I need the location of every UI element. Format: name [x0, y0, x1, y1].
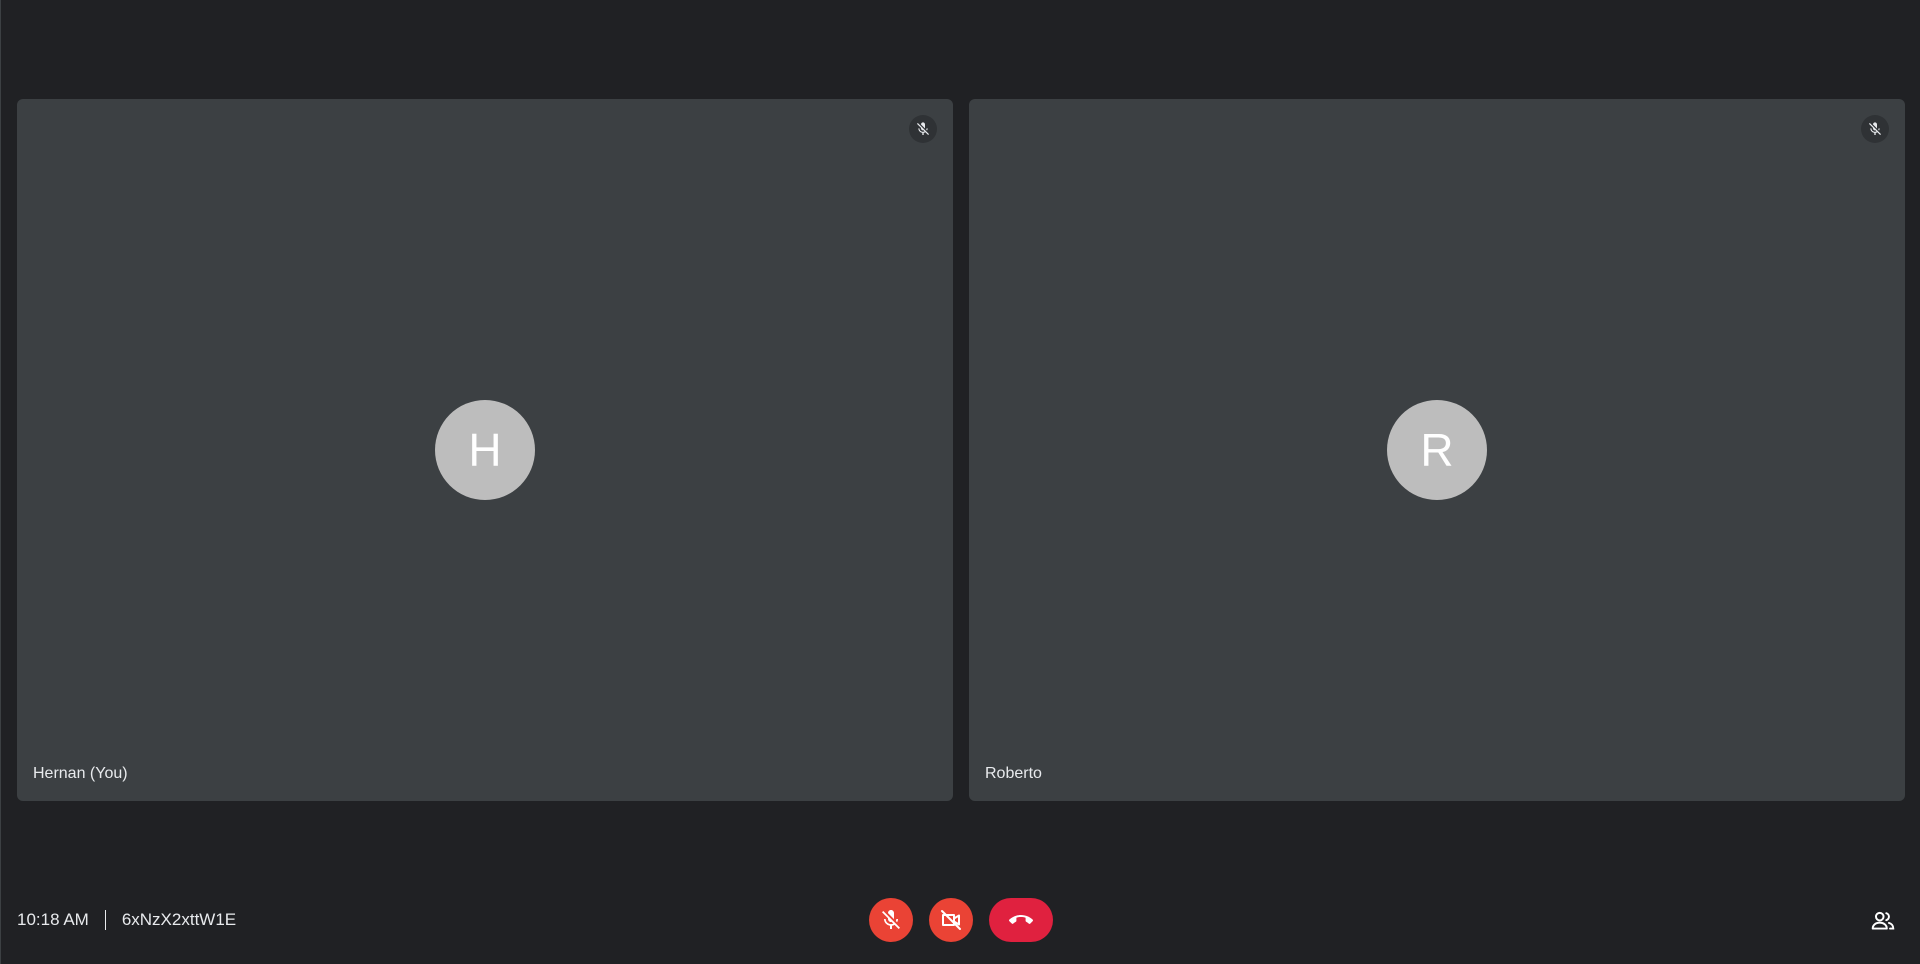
- participant-name: Roberto: [985, 765, 1042, 782]
- participant-grid: H Hernan (You) R Roberto: [17, 99, 1905, 801]
- meeting-app: H Hernan (You) R Roberto 10:18 AM 6xNzX2…: [0, 0, 1920, 964]
- show-participants-button[interactable]: [1868, 906, 1898, 936]
- mic-off-icon: [909, 115, 937, 143]
- mic-off-icon: [882, 910, 900, 929]
- control-bar: 10:18 AM 6xNzX2xttW1E: [1, 876, 1920, 964]
- meeting-info: 10:18 AM 6xNzX2xttW1E: [17, 876, 236, 964]
- people-icon: [1871, 911, 1895, 930]
- toggle-mic-button[interactable]: [869, 898, 913, 942]
- hang-up-button[interactable]: [989, 898, 1053, 942]
- call-end-icon: [1009, 915, 1033, 924]
- meeting-time: 10:18 AM: [17, 910, 89, 929]
- participant-name: Hernan (You): [33, 765, 128, 782]
- video-off-icon: [941, 910, 961, 930]
- avatar: H: [435, 400, 535, 500]
- participant-tile-hernan[interactable]: H Hernan (You): [17, 99, 953, 801]
- mic-off-icon: [1861, 115, 1889, 143]
- avatar: R: [1387, 400, 1487, 500]
- divider: [104, 910, 106, 930]
- participant-tile-roberto[interactable]: R Roberto: [969, 99, 1905, 801]
- call-controls: [869, 898, 1053, 942]
- meeting-code: 6xNzX2xttW1E: [121, 910, 237, 929]
- toggle-camera-button[interactable]: [929, 898, 973, 942]
